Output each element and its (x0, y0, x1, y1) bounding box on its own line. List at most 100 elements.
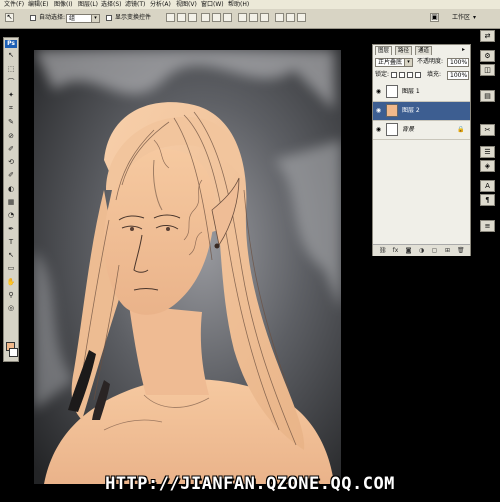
color-panel-icon[interactable]: ▤ (480, 90, 495, 102)
lock-position-icon[interactable] (407, 72, 413, 78)
distribute-bottom-icon[interactable] (260, 13, 269, 22)
pen-tool-icon[interactable]: ✒ (6, 225, 16, 234)
gradient-tool-icon[interactable]: ▦ (6, 198, 16, 207)
layer-thumbnail (386, 123, 398, 136)
magic-wand-tool-icon[interactable]: ✦ (6, 91, 16, 100)
tab-layers[interactable]: 图层 (375, 46, 393, 55)
move-tool-preset-icon[interactable]: ↖ (5, 13, 14, 22)
align-right-icon[interactable] (223, 13, 232, 22)
eyedropper-tool-icon[interactable]: ✎ (6, 118, 16, 127)
actions-panel-icon[interactable]: ☰ (480, 146, 495, 158)
menu-view[interactable]: 视图(V) (176, 0, 197, 9)
menu-window[interactable]: 窗口(W) (201, 0, 224, 9)
distribute-top-icon[interactable] (238, 13, 247, 22)
fill-label: 填充: (427, 71, 442, 78)
tools-preset-icon[interactable]: ✂ (480, 124, 495, 136)
menu-filter[interactable]: 滤镜(T) (125, 0, 145, 9)
lock-all-icon[interactable] (415, 72, 421, 78)
new-group-icon[interactable]: ▢ (431, 247, 438, 254)
distribute-left-icon[interactable] (275, 13, 284, 22)
info-panel-icon[interactable]: ≡ (480, 220, 495, 232)
distribute-hcenter-icon[interactable] (286, 13, 295, 22)
menu-file[interactable]: 文件(F) (4, 0, 24, 9)
tab-paths[interactable]: 路径 (395, 46, 413, 55)
navigator-panel-icon[interactable]: ⚙ (480, 50, 495, 62)
adjustment-layer-icon[interactable]: ◑ (418, 247, 425, 254)
auto-select-checkbox[interactable] (30, 15, 36, 21)
menu-select[interactable]: 选择(S) (101, 0, 122, 9)
paragraph-panel-icon[interactable]: ¶ (480, 194, 495, 206)
crop-tool-icon[interactable]: ⌗ (6, 104, 16, 113)
lasso-tool-icon[interactable]: ⌒ (6, 78, 16, 87)
distribute-right-icon[interactable] (297, 13, 306, 22)
eraser-tool-icon[interactable]: ✐ (6, 171, 16, 180)
workspace-label[interactable]: 工作区 (452, 14, 470, 22)
type-tool-icon[interactable]: T (6, 238, 16, 247)
layer-thumbnail (386, 85, 398, 98)
dock-collapse-icon[interactable]: ⇄ (480, 30, 495, 42)
menu-layer[interactable]: 图层(L) (78, 0, 98, 9)
chevron-down-icon: ▾ (91, 15, 99, 22)
opacity-input[interactable]: 100% (447, 58, 469, 67)
toolbox: Ps ↖ ⬚ ⌒ ✦ ⌗ ✎ ⊘ ✐ ⟲ ✐ ◐ ▦ ◔ ✒ T ↖ ▭ ✋ ⚲… (3, 37, 19, 362)
blend-mode-dropdown[interactable]: 正片叠底 ▾ (375, 58, 413, 67)
opacity-value: 100% (450, 59, 468, 66)
layer-row-2-selected[interactable]: ◉ 图层 2 (373, 102, 470, 121)
layer-row-background[interactable]: ◉ 背景 🔒 (373, 121, 470, 140)
artwork-illustration (34, 50, 341, 484)
background-color-swatch[interactable] (9, 348, 18, 357)
align-top-icon[interactable] (166, 13, 175, 22)
menu-help[interactable]: 帮助(H) (228, 0, 249, 9)
layer-row-1[interactable]: ◉ 图层 1 (373, 83, 470, 102)
healing-brush-tool-icon[interactable]: ⊘ (6, 132, 16, 141)
new-layer-icon[interactable]: ⊞ (444, 247, 451, 254)
layer-mask-icon[interactable]: ◙ (405, 247, 412, 254)
align-hcenter-icon[interactable] (212, 13, 221, 22)
layers-panel: 图层 路径 通道 ▸ 正片叠底 ▾ 不透明度: 100% 锁定: 填充: 100… (372, 44, 471, 256)
menu-image[interactable]: 图像(I) (54, 0, 72, 9)
move-tool-icon[interactable]: ↖ (6, 51, 16, 60)
align-left-icon[interactable] (201, 13, 210, 22)
blend-mode-value: 正片叠底 (378, 59, 403, 66)
zoom-tool-icon[interactable]: ⚲ (6, 291, 16, 300)
path-selection-tool-icon[interactable]: ↖ (6, 251, 16, 260)
eye-icon[interactable]: ◉ (375, 88, 382, 95)
fill-input[interactable]: 100% (447, 71, 469, 80)
history-brush-tool-icon[interactable]: ⟲ (6, 158, 16, 167)
3d-rotate-tool-icon[interactable]: ◎ (6, 304, 16, 313)
opacity-label: 不透明度: (417, 58, 444, 65)
dodge-tool-icon[interactable]: ◐ (6, 185, 16, 194)
character-panel-icon[interactable]: A (480, 180, 495, 192)
fx-icon[interactable]: fx (392, 247, 399, 254)
layer-name: 图层 1 (402, 88, 420, 95)
blur-tool-icon[interactable]: ◔ (6, 211, 16, 220)
document-canvas[interactable] (34, 50, 341, 484)
menu-analysis[interactable]: 分析(A) (150, 0, 171, 9)
chevron-down-icon[interactable]: ▾ (473, 14, 476, 22)
lock-pixels-icon[interactable] (399, 72, 405, 78)
eye-icon[interactable]: ◉ (375, 126, 382, 133)
marquee-tool-icon[interactable]: ⬚ (6, 65, 16, 74)
show-transform-checkbox[interactable] (106, 15, 112, 21)
lock-label: 锁定: (375, 71, 390, 78)
fill-value: 100% (450, 72, 468, 79)
lock-transparency-icon[interactable] (391, 72, 397, 78)
layers-footer: ⛓ fx ◙ ◑ ▢ ⊞ 🗑 (373, 244, 470, 256)
shape-tool-icon[interactable]: ▭ (6, 264, 16, 273)
histogram-panel-icon[interactable]: ◫ (480, 64, 495, 76)
hand-tool-icon[interactable]: ✋ (6, 278, 16, 287)
align-vcenter-icon[interactable] (177, 13, 186, 22)
brush-tool-icon[interactable]: ✐ (6, 145, 16, 154)
bridge-icon[interactable]: ▣ (430, 13, 439, 22)
trash-icon[interactable]: 🗑 (457, 247, 465, 254)
menu-edit[interactable]: 编辑(E) (28, 0, 48, 9)
styles-panel-icon[interactable]: ◈ (480, 160, 495, 172)
layer-thumbnail (386, 104, 398, 117)
panel-menu-icon[interactable]: ▸ (462, 46, 465, 54)
distribute-vcenter-icon[interactable] (249, 13, 258, 22)
eye-icon[interactable]: ◉ (375, 107, 382, 114)
link-layers-icon[interactable]: ⛓ (379, 247, 387, 254)
auto-select-dropdown[interactable]: 组 ▾ (66, 14, 100, 23)
tab-channels[interactable]: 通道 (415, 46, 433, 55)
align-bottom-icon[interactable] (188, 13, 197, 22)
